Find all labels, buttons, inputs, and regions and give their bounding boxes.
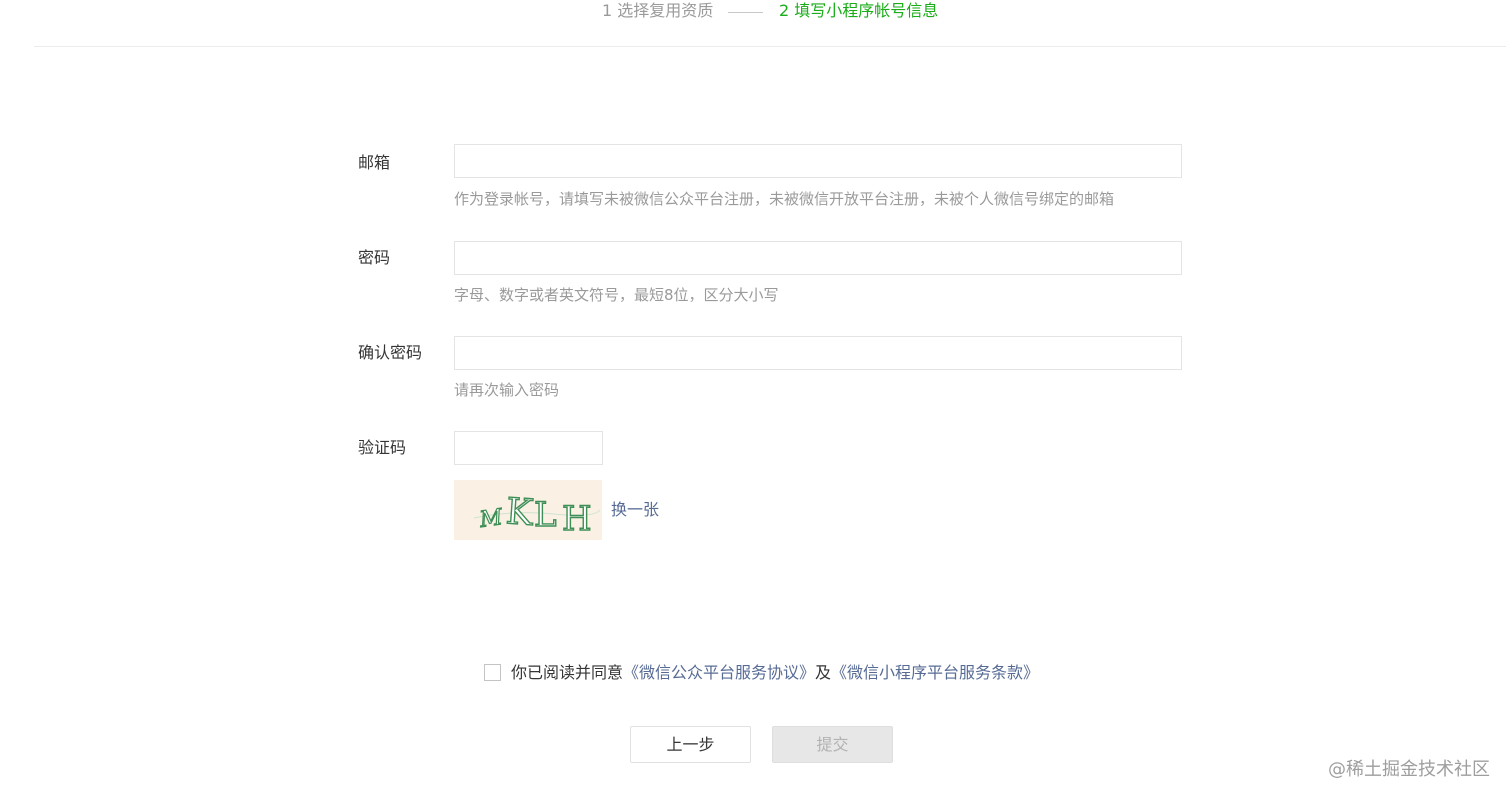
password-label: 密码 [358, 248, 391, 267]
captcha-label: 验证码 [358, 438, 407, 457]
step-select-qualification: 1 选择复用资质 [602, 1, 714, 20]
confirm-password-tip: 请再次输入密码 [454, 381, 560, 399]
prev-step-button[interactable]: 上一步 [630, 726, 751, 763]
captcha-refresh-link[interactable]: 换一张 [611, 500, 659, 520]
svg-text:K: K [505, 491, 536, 534]
svg-text:H: H [562, 499, 592, 539]
confirm-password-label: 确认密码 [358, 343, 423, 362]
submit-button[interactable]: 提交 [772, 726, 893, 763]
email-label: 邮箱 [358, 153, 391, 172]
agreement-text: 你已阅读并同意《微信公众平台服务协议》及《微信小程序平台服务条款》 [511, 663, 1039, 683]
miniprogram-terms-link[interactable]: 《微信小程序平台服务条款》 [831, 663, 1039, 682]
step-fill-account-info: 2 填写小程序帐号信息 [779, 1, 939, 20]
agreement-checkbox[interactable] [484, 664, 501, 681]
svg-text:L: L [534, 495, 557, 535]
captcha-image-graphic: M K L H [454, 480, 602, 540]
watermark: @稀土掘金技术社区 [1328, 759, 1490, 780]
step-separator [728, 12, 763, 13]
step-indicator: 1 选择复用资质 2 填写小程序帐号信息 [0, 0, 1512, 28]
header-divider [34, 46, 1506, 47]
email-input[interactable] [454, 144, 1182, 178]
register-page: 1 选择复用资质 2 填写小程序帐号信息 邮箱 作为登录帐号，请填写未被微信公众… [0, 0, 1512, 802]
password-input[interactable] [454, 241, 1182, 275]
captcha-input[interactable] [454, 431, 603, 465]
agreement-joiner: 及 [815, 663, 832, 682]
confirm-password-input[interactable] [454, 336, 1182, 370]
service-agreement-link[interactable]: 《微信公众平台服务协议》 [623, 663, 815, 682]
email-tip: 作为登录帐号，请填写未被微信公众平台注册，未被微信开放平台注册，未被个人微信号绑… [454, 190, 1115, 208]
agreement-prefix: 你已阅读并同意 [511, 663, 624, 682]
password-tip: 字母、数字或者英文符号，最短8位，区分大小写 [454, 286, 779, 304]
svg-text:M: M [477, 505, 504, 533]
captcha-image[interactable]: M K L H [454, 480, 602, 540]
